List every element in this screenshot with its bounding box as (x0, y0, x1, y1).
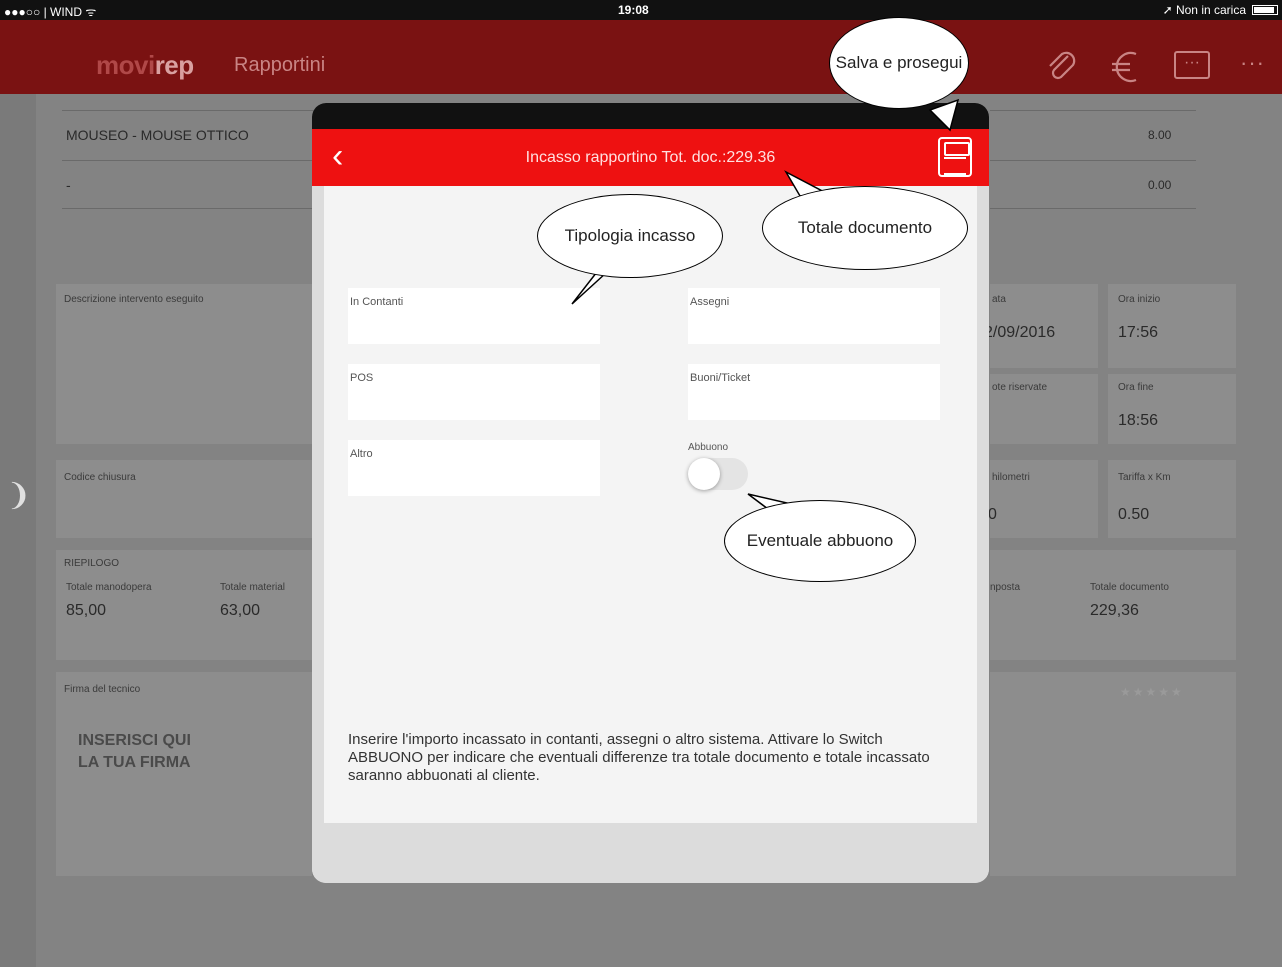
callout-totale: Totale documento (762, 186, 968, 270)
callout-abbuono: Eventuale abbuono (724, 500, 916, 582)
callout-tails (571, 98, 960, 513)
callout-tipologia: Tipologia incasso (537, 194, 723, 278)
callout-salva: Salva e prosegui (829, 17, 969, 109)
